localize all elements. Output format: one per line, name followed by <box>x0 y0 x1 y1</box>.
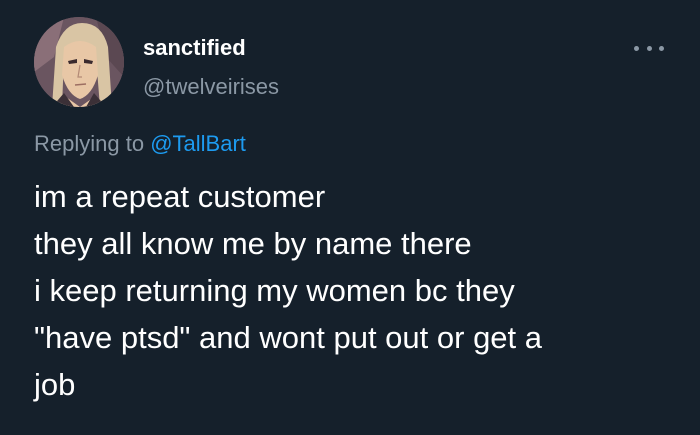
avatar[interactable] <box>34 17 124 107</box>
replying-to-label: Replying to <box>34 131 151 156</box>
tweet-card: sanctified @twelveirises Replying to @Ta… <box>0 0 700 435</box>
tweet-text-line: i keep returning my women bc they <box>34 273 515 308</box>
tweet-text-line: they all know me by name there <box>34 226 472 261</box>
tweet-text-line: im a repeat customer <box>34 179 326 214</box>
tweet-text-line: job <box>34 367 76 402</box>
more-dot <box>634 45 639 51</box>
more-dot <box>646 45 652 51</box>
more-dot <box>659 45 664 51</box>
tweet-text: im a repeat customer they all know me by… <box>34 173 684 408</box>
avatar-portrait-icon <box>34 17 124 107</box>
user-handle[interactable]: @twelveirises <box>143 74 279 100</box>
replying-to: Replying to @TallBart <box>34 130 246 158</box>
tweet-text-line: "have ptsd" and wont put out or get a <box>34 320 543 355</box>
more-options-icon[interactable] <box>634 38 664 58</box>
display-name[interactable]: sanctified <box>143 35 246 61</box>
reply-target-link[interactable]: @TallBart <box>150 131 246 156</box>
